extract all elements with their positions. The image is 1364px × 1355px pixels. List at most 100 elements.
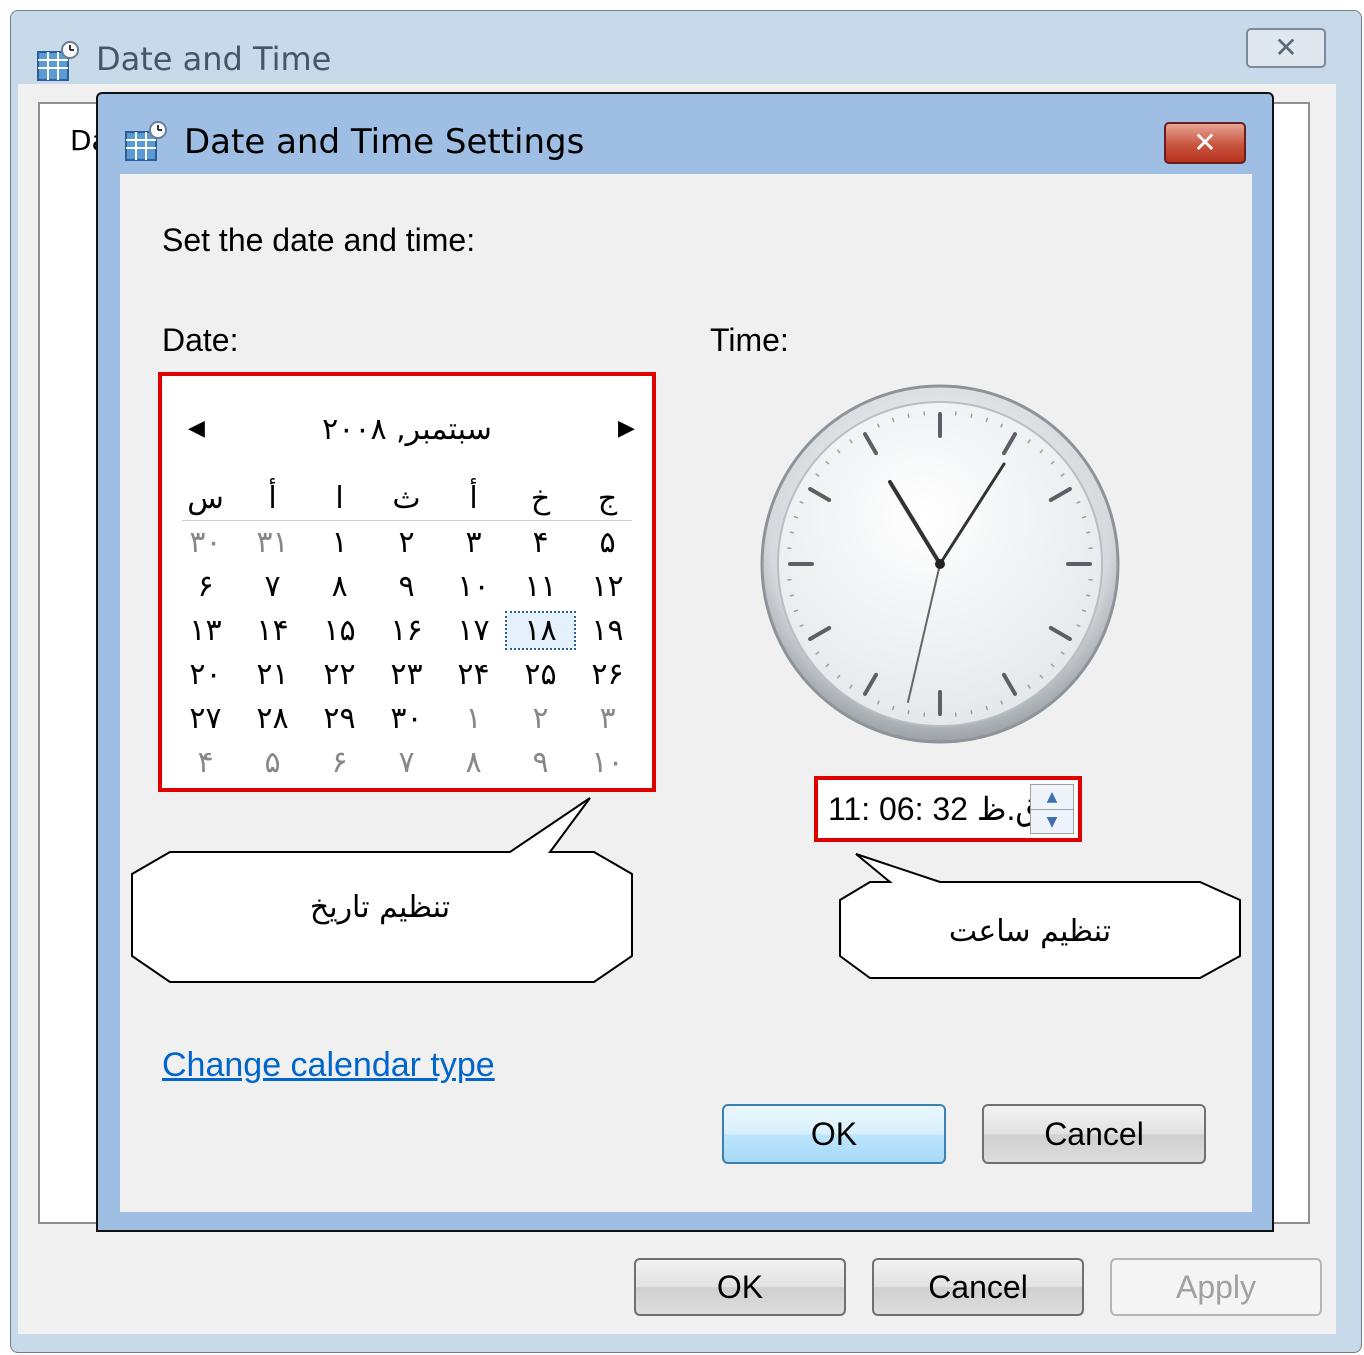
calendar-day[interactable]: ۶ bbox=[172, 569, 239, 604]
next-month-icon[interactable]: ▶ bbox=[618, 416, 635, 441]
close-icon: ✕ bbox=[1274, 31, 1298, 64]
minute-tick bbox=[907, 709, 910, 715]
minute-tick bbox=[1085, 531, 1091, 534]
calendar-day[interactable]: ۱۵ bbox=[306, 613, 373, 648]
calendar-day[interactable]: ۱۱ bbox=[507, 569, 574, 604]
ok-button[interactable]: OK bbox=[634, 1258, 846, 1316]
weekday-header: س bbox=[187, 480, 224, 516]
calendar-day-selected[interactable]: ۱۸ bbox=[505, 610, 576, 650]
calendar-day[interactable]: ۱۰ bbox=[574, 745, 641, 780]
calendar-day[interactable]: ۴ bbox=[172, 745, 239, 780]
calendar-day[interactable]: ۲۰ bbox=[172, 657, 239, 692]
dialog-title: Date and Time Settings bbox=[184, 122, 585, 162]
cancel-button[interactable]: Cancel bbox=[872, 1258, 1084, 1316]
calendar-day[interactable]: ۳۰ bbox=[172, 525, 239, 560]
weekday-header: ج bbox=[597, 480, 618, 516]
calendar-day[interactable]: ۴ bbox=[507, 525, 574, 560]
calendar-day[interactable]: ۱۰ bbox=[440, 569, 507, 604]
calendar-day[interactable]: ۱۷ bbox=[440, 613, 507, 648]
calendar-week: ۲۰ ۲۱ ۲۲ ۲۳ ۲۴ ۲۵ ۲۶ bbox=[172, 652, 642, 696]
calendar-day[interactable]: ۸ bbox=[440, 745, 507, 780]
calendar-day[interactable]: ۱۹ bbox=[574, 613, 641, 648]
time-callout-text: تنظیم ساعت bbox=[948, 914, 1112, 949]
calendar-day[interactable]: ۲۹ bbox=[306, 701, 373, 736]
minute-tick bbox=[1081, 609, 1087, 613]
minute-tick bbox=[891, 705, 895, 711]
minute-tick bbox=[793, 609, 799, 613]
minute-tick bbox=[793, 515, 799, 519]
calendar-day[interactable]: ۲۳ bbox=[373, 657, 440, 692]
minute-tick bbox=[985, 705, 989, 711]
minute-tick bbox=[891, 417, 895, 423]
calendar-month-title[interactable]: سبتمبر, ۲۰۰۸ bbox=[162, 412, 652, 447]
weekday-header: ث bbox=[392, 480, 421, 516]
dialog-ok-button[interactable]: OK bbox=[722, 1104, 946, 1164]
calendar-day[interactable]: ۵ bbox=[239, 745, 306, 780]
spin-up-icon[interactable]: ▲ bbox=[1031, 785, 1073, 809]
heading: Set the date and time: bbox=[162, 222, 476, 258]
time-spinner[interactable]: ▲ ▼ bbox=[1030, 784, 1074, 834]
weekday-header: خ bbox=[530, 480, 551, 516]
calendar-day[interactable]: ۳ bbox=[440, 525, 507, 560]
calendar-day[interactable]: ۱۲ bbox=[574, 569, 641, 604]
minute-tick bbox=[789, 531, 795, 534]
weekday-header: ا bbox=[335, 480, 344, 516]
weekday-header-row: س أ ا ث أ خ ج bbox=[172, 476, 642, 520]
calendar-day[interactable]: ۱۳ bbox=[172, 613, 239, 648]
calendar-day[interactable]: ۹ bbox=[373, 569, 440, 604]
calendar-day[interactable]: ۲۵ bbox=[507, 657, 574, 692]
time-label: Time: bbox=[710, 322, 789, 358]
close-icon: ✕ bbox=[1193, 126, 1217, 159]
calendar-week: ۶ ۷ ۸ ۹ ۱۰ ۱۱ ۱۲ bbox=[172, 564, 642, 608]
calendar-grid: س أ ا ث أ خ ج ۳۰ ۳۱ ۱ ۲ ۳ ۴ ۵ ۶ ۷ ۸ ۹ ۱۰… bbox=[172, 476, 642, 784]
calendar-day[interactable]: ۹ bbox=[507, 745, 574, 780]
calendar-day[interactable]: ۳ bbox=[574, 701, 641, 736]
date-callout-text: تنظیم تاریخ bbox=[309, 890, 451, 925]
minute-tick bbox=[789, 594, 795, 597]
calendar-day[interactable]: ۳۰ bbox=[373, 701, 440, 736]
weekday-header: أ bbox=[469, 480, 478, 516]
calendar-day[interactable]: ۲۸ bbox=[239, 701, 306, 736]
calendar-day[interactable]: ۱ bbox=[440, 701, 507, 736]
window-title: Date and Time bbox=[96, 40, 332, 78]
calendar-day[interactable]: ۷ bbox=[373, 745, 440, 780]
weekday-header: أ bbox=[268, 480, 277, 516]
minute-tick bbox=[1081, 515, 1087, 519]
calendar-day[interactable]: ۲ bbox=[373, 525, 440, 560]
calendar-day[interactable]: ۷ bbox=[239, 569, 306, 604]
calendar-week: ۱۳ ۱۴ ۱۵ ۱۶ ۱۷ ۱۸ ۱۹ bbox=[172, 608, 642, 652]
calendar-week: ۴ ۵ ۶ ۷ ۸ ۹ ۱۰ bbox=[172, 740, 642, 784]
minute-tick bbox=[1085, 594, 1091, 597]
calendar-day[interactable]: ۸ bbox=[306, 569, 373, 604]
calendar-clock-icon bbox=[125, 121, 167, 161]
analog-clock bbox=[760, 384, 1120, 744]
minute-tick bbox=[970, 709, 973, 715]
change-calendar-type-link[interactable]: Change calendar type bbox=[162, 1046, 495, 1085]
minute-tick bbox=[970, 413, 973, 419]
calendar-day[interactable]: ۱۶ bbox=[373, 613, 440, 648]
calendar-day[interactable]: ۵ bbox=[574, 525, 641, 560]
calendar-day[interactable]: ۲ bbox=[507, 701, 574, 736]
dialog-cancel-button[interactable]: Cancel bbox=[982, 1104, 1206, 1164]
calendar-clock-icon bbox=[37, 41, 79, 81]
dialog-close-button[interactable]: ✕ bbox=[1164, 122, 1246, 164]
calendar-day[interactable]: ۲۴ bbox=[440, 657, 507, 692]
time-value[interactable]: 11: 06: 32 ق.ظ bbox=[828, 790, 1040, 828]
spin-down-icon[interactable]: ▼ bbox=[1031, 809, 1073, 834]
calendar-day[interactable]: ۲۶ bbox=[574, 657, 641, 692]
time-input[interactable]: 11: 06: 32 ق.ظ ▲ ▼ bbox=[814, 776, 1082, 842]
calendar-day[interactable]: ۲۱ bbox=[239, 657, 306, 692]
calendar-day[interactable]: ۲۲ bbox=[306, 657, 373, 692]
calendar-day[interactable]: ۱۴ bbox=[239, 613, 306, 648]
calendar-day[interactable]: ۶ bbox=[306, 745, 373, 780]
close-button[interactable]: ✕ bbox=[1246, 28, 1326, 68]
calendar-day[interactable]: ۲۷ bbox=[172, 701, 239, 736]
calendar[interactable]: ◀ سبتمبر, ۲۰۰۸ ▶ س أ ا ث أ خ ج ۳۰ ۳۱ ۱ ۲… bbox=[158, 372, 656, 792]
apply-button[interactable]: Apply bbox=[1110, 1258, 1322, 1316]
date-label: Date: bbox=[162, 322, 239, 358]
calendar-week: ۲۷ ۲۸ ۲۹ ۳۰ ۱ ۲ ۳ bbox=[172, 696, 642, 740]
calendar-week: ۳۰ ۳۱ ۱ ۲ ۳ ۴ ۵ bbox=[172, 520, 642, 564]
minute-tick bbox=[985, 417, 989, 423]
calendar-day[interactable]: ۱ bbox=[306, 525, 373, 560]
calendar-day[interactable]: ۳۱ bbox=[239, 525, 306, 560]
